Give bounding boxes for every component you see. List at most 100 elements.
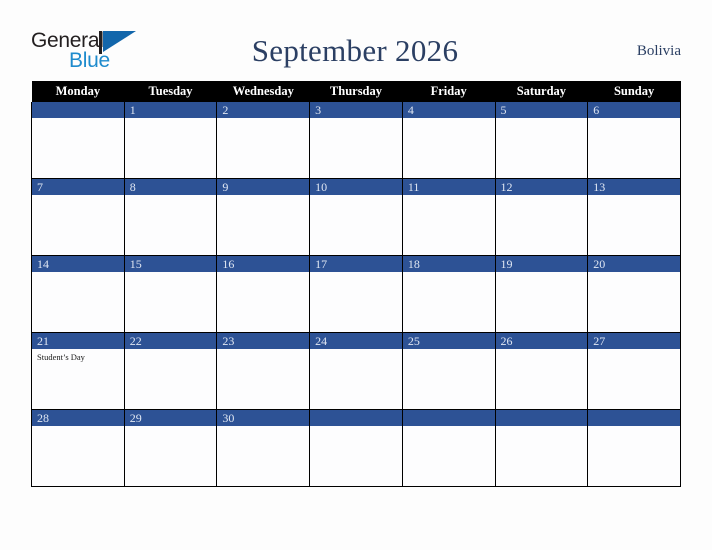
day-number-bar: 10 bbox=[310, 179, 402, 195]
calendar-day-cell[interactable]: 1 bbox=[123, 102, 218, 179]
day-number-bar: 4 bbox=[402, 102, 495, 118]
day-number-bar bbox=[310, 410, 402, 426]
day-number: 19 bbox=[500, 257, 513, 271]
calendar-day-cell[interactable] bbox=[31, 102, 125, 179]
calendar-day-cell[interactable]: 24 bbox=[309, 332, 403, 410]
calendar-day-cell[interactable]: 25 bbox=[401, 332, 496, 410]
day-number-bar bbox=[588, 410, 680, 426]
calendar-day-cell[interactable] bbox=[401, 409, 496, 487]
calendar-day-cell[interactable]: 17 bbox=[309, 255, 403, 333]
day-events bbox=[403, 272, 495, 275]
day-number: 12 bbox=[500, 180, 513, 194]
day-number: 21 bbox=[37, 334, 49, 348]
day-number-bar: 7 bbox=[32, 179, 124, 195]
holiday-event: Student’s Day bbox=[37, 352, 85, 362]
day-number-bar: 24 bbox=[310, 333, 402, 349]
calendar-day-cell[interactable]: 10 bbox=[309, 178, 403, 256]
day-number-bar: 13 bbox=[588, 179, 680, 195]
calendar-week-row: 1 2 3 4 5 6 bbox=[31, 102, 681, 179]
calendar-day-cell[interactable]: 23 bbox=[216, 332, 311, 410]
day-events bbox=[217, 118, 309, 121]
calendar-day-cell[interactable]: 9 bbox=[216, 178, 311, 256]
day-number-bar: 19 bbox=[495, 256, 588, 272]
day-events bbox=[217, 272, 309, 275]
day-number: 18 bbox=[407, 257, 420, 271]
calendar-day-cell[interactable]: 11 bbox=[401, 178, 496, 256]
day-number-bar: 28 bbox=[32, 410, 124, 426]
weekday-header-sunday: Sunday bbox=[587, 81, 681, 102]
calendar-day-cell[interactable] bbox=[587, 409, 681, 487]
day-events bbox=[125, 118, 217, 121]
logo-text-general: General bbox=[31, 29, 104, 52]
day-number: 27 bbox=[593, 334, 606, 348]
weekday-header-tuesday: Tuesday bbox=[124, 81, 217, 102]
day-number-bar: 30 bbox=[217, 410, 310, 426]
day-number: 15 bbox=[129, 257, 142, 271]
day-number-bar bbox=[32, 102, 124, 118]
day-number-bar: 9 bbox=[217, 179, 310, 195]
day-number: 2 bbox=[222, 103, 229, 117]
day-number-bar: 18 bbox=[402, 256, 495, 272]
day-number-bar: 25 bbox=[402, 333, 495, 349]
weekday-header-row: Monday Tuesday Wednesday Thursday Friday… bbox=[31, 81, 681, 102]
day-number-bar: 14 bbox=[32, 256, 124, 272]
day-number-bar: 1 bbox=[124, 102, 217, 118]
calendar-day-cell[interactable] bbox=[309, 409, 403, 487]
calendar-day-cell[interactable]: 8 bbox=[123, 178, 218, 256]
weekday-header-thursday: Thursday bbox=[309, 81, 403, 102]
day-number: 6 bbox=[593, 103, 600, 117]
calendar-day-cell[interactable]: 30 bbox=[216, 409, 311, 487]
calendar-week-row: 14 15 16 17 18 19 20 bbox=[31, 255, 681, 333]
day-number-bar: 26 bbox=[495, 333, 588, 349]
calendar-day-cell[interactable]: 4 bbox=[401, 102, 496, 179]
day-number-bar: 16 bbox=[217, 256, 310, 272]
day-number-bar: 2 bbox=[217, 102, 310, 118]
day-events bbox=[588, 426, 680, 429]
day-number: 28 bbox=[37, 411, 49, 425]
calendar-day-cell[interactable]: 18 bbox=[401, 255, 496, 333]
day-number-bar: 5 bbox=[495, 102, 588, 118]
calendar-day-cell[interactable]: 16 bbox=[216, 255, 311, 333]
day-number-bar bbox=[495, 410, 588, 426]
calendar-day-cell[interactable]: 7 bbox=[31, 178, 125, 256]
day-events bbox=[310, 349, 402, 352]
day-number-bar: 3 bbox=[310, 102, 402, 118]
calendar-day-cell[interactable]: 21 Student’s Day bbox=[31, 332, 125, 410]
day-events bbox=[32, 118, 124, 121]
day-number-bar: 15 bbox=[124, 256, 217, 272]
calendar-day-cell[interactable]: 2 bbox=[216, 102, 311, 179]
day-events bbox=[496, 349, 588, 352]
calendar-day-cell[interactable]: 14 bbox=[31, 255, 125, 333]
calendar-week-row: 7 8 9 10 11 12 13 bbox=[31, 178, 681, 256]
day-events bbox=[32, 195, 124, 198]
day-number: 22 bbox=[129, 334, 142, 348]
calendar-week-row: 21 Student’s Day 22 23 24 25 26 27 bbox=[31, 332, 681, 410]
calendar-day-cell[interactable]: 27 bbox=[587, 332, 681, 410]
generalblue-logo[interactable]: General Blue bbox=[31, 28, 139, 74]
calendar-day-cell[interactable]: 29 bbox=[123, 409, 218, 487]
day-number: 25 bbox=[407, 334, 420, 348]
day-number: 24 bbox=[315, 334, 328, 348]
calendar-day-cell[interactable]: 22 bbox=[123, 332, 218, 410]
day-number: 30 bbox=[222, 411, 235, 425]
calendar-day-cell[interactable]: 15 bbox=[123, 255, 218, 333]
calendar-day-cell[interactable]: 5 bbox=[494, 102, 589, 179]
calendar-page: General Blue September 2026 Bolivia Mond… bbox=[0, 0, 712, 550]
calendar-day-cell[interactable]: 26 bbox=[494, 332, 589, 410]
calendar-day-cell[interactable]: 28 bbox=[31, 409, 125, 487]
calendar-day-cell[interactable]: 13 bbox=[587, 178, 681, 256]
day-events bbox=[403, 426, 495, 429]
day-events: Student’s Day bbox=[32, 349, 124, 363]
day-events bbox=[496, 426, 588, 429]
day-number: 23 bbox=[222, 334, 235, 348]
day-events bbox=[403, 349, 495, 352]
calendar-day-cell[interactable] bbox=[494, 409, 589, 487]
calendar-day-cell[interactable]: 6 bbox=[587, 102, 681, 179]
calendar-day-cell[interactable]: 12 bbox=[494, 178, 589, 256]
day-number: 8 bbox=[129, 180, 136, 194]
calendar-day-cell[interactable]: 20 bbox=[587, 255, 681, 333]
calendar-day-cell[interactable]: 3 bbox=[309, 102, 403, 179]
calendar-day-cell[interactable]: 19 bbox=[494, 255, 589, 333]
day-number: 11 bbox=[407, 180, 420, 194]
day-events bbox=[588, 195, 680, 198]
